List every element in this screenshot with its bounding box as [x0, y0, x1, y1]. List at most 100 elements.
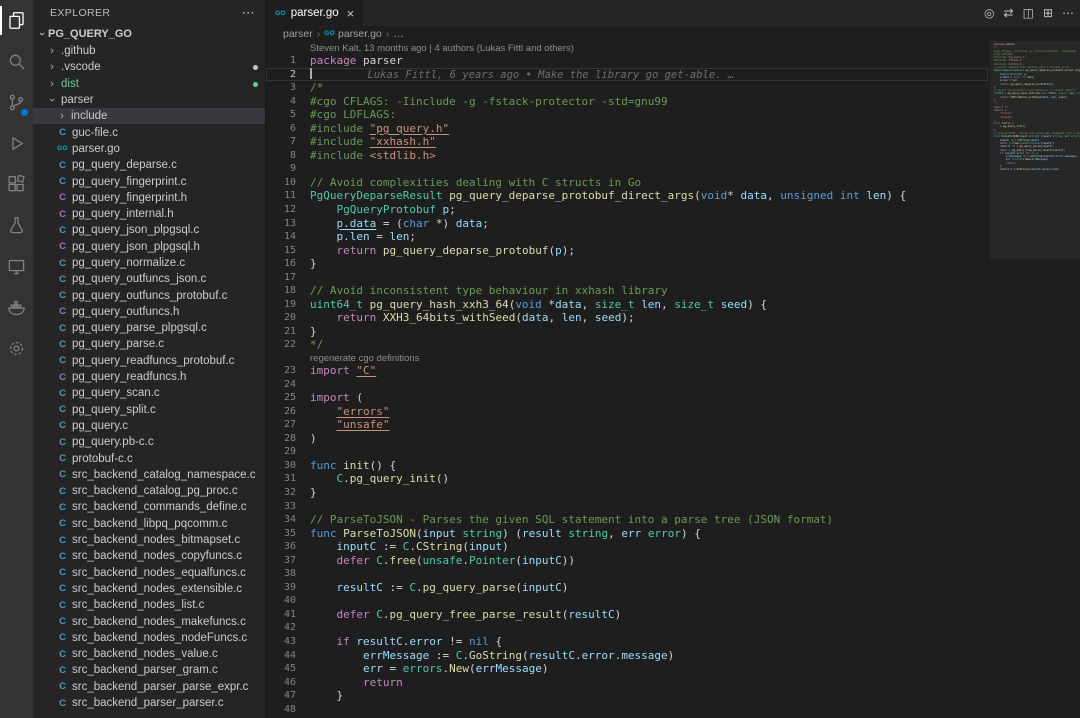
more-actions-icon[interactable]: ⋯: [1062, 6, 1074, 20]
tree-file-pg_query.c[interactable]: Cpg_query.c: [33, 418, 265, 434]
tree-file-pg_query_internal.h[interactable]: Cpg_query_internal.h: [33, 206, 265, 222]
line-number[interactable]: 24: [266, 378, 310, 392]
split-editor-icon[interactable]: ◫: [1023, 6, 1034, 20]
line-number[interactable]: 30: [266, 459, 310, 473]
code-line[interactable]: [310, 271, 988, 285]
code-line[interactable]: errMessage := C.GoString(resultC.error.m…: [310, 649, 988, 663]
code-line[interactable]: defer C.pg_query_free_parse_result(resul…: [310, 608, 988, 622]
code-line[interactable]: Steven Kalt, 13 months ago | 4 authors (…: [310, 42, 988, 54]
code-line[interactable]: [310, 621, 988, 635]
tree-file-pg_query_deparse.c[interactable]: Cpg_query_deparse.c: [33, 157, 265, 173]
line-number[interactable]: 37: [266, 554, 310, 568]
line-number[interactable]: 17: [266, 271, 310, 285]
line-number[interactable]: 23: [266, 364, 310, 378]
code-line[interactable]: // ParseToJSON - Parses the given SQL st…: [310, 513, 988, 527]
tree-file-parser.go[interactable]: GOparser.go: [33, 141, 265, 157]
tree-folder-include[interactable]: ›include: [33, 108, 265, 124]
tree-file-protobuf-c.c[interactable]: Cprotobuf-c.c: [33, 450, 265, 466]
line-number[interactable]: 15: [266, 244, 310, 258]
line-number[interactable]: 47: [266, 689, 310, 703]
tree-folder-parser[interactable]: ›parser: [33, 92, 265, 108]
tree-file-pg_query_readfuncs_protobuf.c[interactable]: Cpg_query_readfuncs_protobuf.c: [33, 353, 265, 369]
line-number[interactable]: 5: [266, 108, 310, 122]
line-number[interactable]: 43: [266, 635, 310, 649]
line-number[interactable]: 22: [266, 338, 310, 352]
activity-docker-button[interactable]: [0, 287, 33, 328]
code-line[interactable]: func init() {: [310, 459, 988, 473]
line-number[interactable]: 46: [266, 676, 310, 690]
tree-file-src_backend_catalog_pg_proc.c[interactable]: Csrc_backend_catalog_pg_proc.c: [33, 483, 265, 499]
code-line[interactable]: return pg_query_deparse_protobuf(p);: [310, 244, 988, 258]
code-line[interactable]: Lukas Fittl, 6 years ago • Make the libr…: [310, 68, 988, 82]
code-line[interactable]: uint64_t pg_query_hash_xxh3_64(void *dat…: [310, 298, 988, 312]
line-number[interactable]: 1: [266, 54, 310, 68]
line-number[interactable]: 8: [266, 149, 310, 163]
line-number[interactable]: 12: [266, 203, 310, 217]
tree-file-src_backend_parser_gram.c[interactable]: Csrc_backend_parser_gram.c: [33, 662, 265, 678]
line-number[interactable]: 25: [266, 391, 310, 405]
line-number[interactable]: 48: [266, 703, 310, 717]
tree-file-src_backend_nodes_extensible.c[interactable]: Csrc_backend_nodes_extensible.c: [33, 581, 265, 597]
tree-file-src_backend_libpq_pqcomm.c[interactable]: Csrc_backend_libpq_pqcomm.c: [33, 516, 265, 532]
code-line[interactable]: // Avoid complexities dealing with C str…: [310, 176, 988, 190]
code-line[interactable]: }: [310, 325, 988, 339]
line-number[interactable]: 31: [266, 472, 310, 486]
line-number[interactable]: 19: [266, 298, 310, 312]
tree-file-pg_query_json_plpgsql.c[interactable]: Cpg_query_json_plpgsql.c: [33, 222, 265, 238]
line-number[interactable]: 20: [266, 311, 310, 325]
line-number[interactable]: 44: [266, 649, 310, 663]
code-line[interactable]: #cgo CFLAGS: -Iinclude -g -fstack-protec…: [310, 95, 988, 109]
line-number[interactable]: 13: [266, 217, 310, 231]
line-number[interactable]: 3: [266, 81, 310, 95]
code-line[interactable]: /*: [310, 81, 988, 95]
gitlens-authors-codelens[interactable]: Steven Kalt, 13 months ago | 4 authors (…: [310, 43, 574, 54]
tree-file-src_backend_nodes_makefuncs.c[interactable]: Csrc_backend_nodes_makefuncs.c: [33, 613, 265, 629]
tree-file-pg_query_fingerprint.c[interactable]: Cpg_query_fingerprint.c: [33, 173, 265, 189]
line-number[interactable]: 40: [266, 594, 310, 608]
tree-folder-.vscode[interactable]: ›.vscode: [33, 59, 265, 75]
activity-testing-button[interactable]: [0, 205, 33, 246]
code-line[interactable]: return XXH3_64bits_withSeed(data, len, s…: [310, 311, 988, 325]
code-line[interactable]: return: [310, 676, 988, 690]
tree-file-pg_query_outfuncs.h[interactable]: Cpg_query_outfuncs.h: [33, 304, 265, 320]
line-number[interactable]: 16: [266, 257, 310, 271]
code-line[interactable]: err = errors.New(errMessage): [310, 662, 988, 676]
code-line[interactable]: if resultC.error != nil {: [310, 635, 988, 649]
tree-file-pg_query_outfuncs_protobuf.c[interactable]: Cpg_query_outfuncs_protobuf.c: [33, 287, 265, 303]
breadcrumb-item[interactable]: …: [393, 28, 404, 40]
line-number[interactable]: 41: [266, 608, 310, 622]
line-number[interactable]: 9: [266, 162, 310, 176]
tree-file-pg_query.pb-c.c[interactable]: Cpg_query.pb-c.c: [33, 434, 265, 450]
codelens-action[interactable]: regenerate cgo definitions: [310, 353, 419, 364]
code-line[interactable]: #include "xxhash.h": [310, 135, 988, 149]
activity-settings-sync-button[interactable]: [0, 328, 33, 369]
activity-source-control-button[interactable]: [0, 82, 33, 123]
code-line[interactable]: [310, 445, 988, 459]
tree-folder-.github[interactable]: ›.github: [33, 43, 265, 59]
line-number[interactable]: 2: [266, 68, 310, 82]
code-line[interactable]: p.data = (char *) data;: [310, 217, 988, 231]
code-line[interactable]: resultC := C.pg_query_parse(inputC): [310, 581, 988, 595]
tree-file-pg_query_fingerprint.h[interactable]: Cpg_query_fingerprint.h: [33, 190, 265, 206]
tree-file-src_backend_nodes_equalfuncs.c[interactable]: Csrc_backend_nodes_equalfuncs.c: [33, 565, 265, 581]
line-number[interactable]: 34: [266, 513, 310, 527]
code-line[interactable]: package parser: [310, 54, 988, 68]
line-number[interactable]: [266, 42, 310, 54]
minimap[interactable]: package parser/*#cgo CFLAGS: -Iinclude -…: [990, 41, 1080, 718]
gitlens-annotations-icon[interactable]: ◎: [984, 6, 994, 20]
activity-remote-explorer-button[interactable]: [0, 246, 33, 287]
code-line[interactable]: import "C": [310, 364, 988, 378]
tree-root-folder[interactable]: › PG_QUERY_GO: [33, 25, 265, 43]
tree-file-src_backend_nodes_bitmapset.c[interactable]: Csrc_backend_nodes_bitmapset.c: [33, 532, 265, 548]
tree-file-pg_query_json_plpgsql.h[interactable]: Cpg_query_json_plpgsql.h: [33, 239, 265, 255]
code-line[interactable]: [310, 378, 988, 392]
code-line[interactable]: }: [310, 257, 988, 271]
line-number[interactable]: 32: [266, 486, 310, 500]
line-number[interactable]: 42: [266, 621, 310, 635]
code-line[interactable]: C.pg_query_init(): [310, 472, 988, 486]
code-line[interactable]: [310, 567, 988, 581]
code-line[interactable]: ): [310, 432, 988, 446]
line-number[interactable]: 33: [266, 500, 310, 514]
tab-parser-go[interactable]: GO parser.go ×: [266, 0, 363, 26]
activity-run-debug-button[interactable]: [0, 123, 33, 164]
